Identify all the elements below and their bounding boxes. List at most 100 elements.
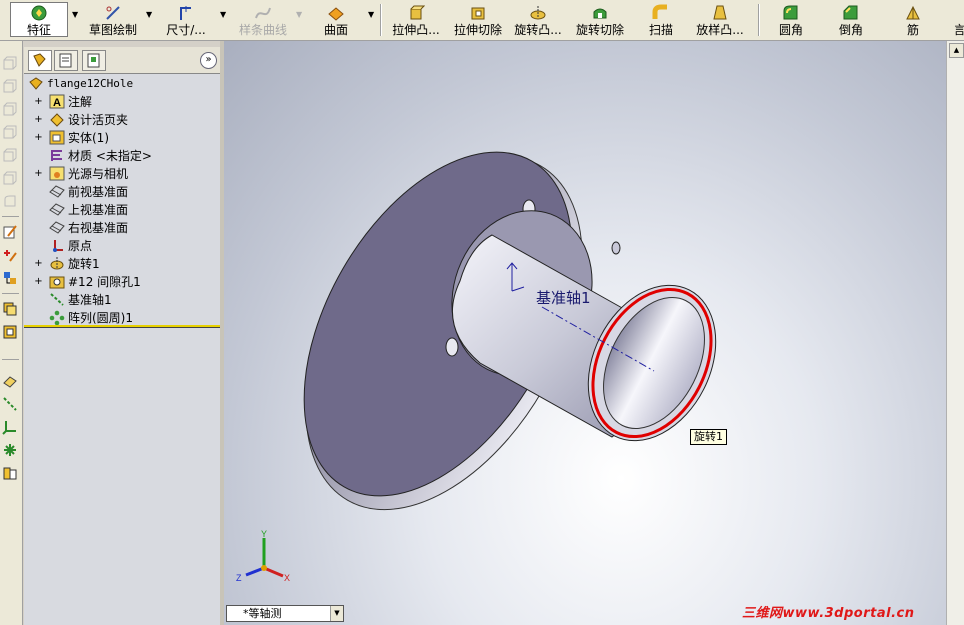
feature-tooltip: 旋转1 <box>690 429 727 445</box>
scroll-up-button[interactable]: ▲ <box>949 43 964 58</box>
loft-icon <box>713 5 727 20</box>
reference-axis-icon[interactable] <box>2 396 18 412</box>
extruded-cut-button[interactable]: 拉伸切除 <box>454 1 502 39</box>
graphics-area[interactable]: Y X Z 基准轴1 旋转1 *等轴测 ▼ 三维网www.3dportal.cn <box>224 41 946 625</box>
box-view-icon[interactable] <box>2 101 18 117</box>
svg-text:Z: Z <box>236 573 242 583</box>
expand-icon[interactable]: + <box>34 276 43 287</box>
dimension-button[interactable]: 尺寸/... <box>162 1 210 39</box>
point-icon[interactable] <box>2 442 18 458</box>
reference-plane-icon[interactable] <box>2 373 18 389</box>
copy-entities-icon[interactable] <box>2 301 18 317</box>
dimension-dropdown-icon[interactable]: ▼ <box>220 10 226 19</box>
tab-property-manager[interactable] <box>54 50 78 71</box>
extruded-boss-icon <box>410 5 425 20</box>
material-icon <box>51 150 62 161</box>
expand-icon[interactable]: + <box>34 96 43 107</box>
box-view-icon[interactable] <box>2 124 18 140</box>
surfaces-button[interactable]: 曲面 <box>322 1 350 39</box>
shape-view-icon[interactable] <box>2 193 18 209</box>
tree-item-annotations[interactable]: + A 注解 <box>24 93 220 110</box>
coordinate-system-icon[interactable] <box>2 419 18 435</box>
solid-bodies-icon <box>49 130 65 145</box>
panel-tabs: » <box>24 47 220 74</box>
tree-item-material[interactable]: 材质 <未指定> <box>24 147 220 164</box>
bolt-hole[interactable] <box>611 241 621 255</box>
spline-dropdown-icon[interactable]: ▼ <box>296 10 302 19</box>
svg-text:A: A <box>53 97 61 109</box>
tree-item-axis1[interactable]: 基准轴1 <box>24 291 220 308</box>
bolt-hole[interactable] <box>445 337 459 357</box>
tab-configuration-manager[interactable] <box>82 50 106 71</box>
rollback-bar[interactable] <box>24 325 220 328</box>
tree-item-right-plane[interactable]: 右视基准面 <box>24 219 220 236</box>
revolved-boss-button[interactable]: 旋转凸... <box>512 1 564 39</box>
swept-boss-button[interactable]: 扫描 <box>648 1 674 39</box>
toolbar-separator <box>2 293 19 294</box>
box-view-icon[interactable] <box>2 147 18 163</box>
box-view-icon[interactable] <box>2 55 18 71</box>
command-manager-toolbar: 特征 ▼ 草图绘制 ▼ 尺寸/... ▼ 样条曲线 ▼ 曲面 ▼ 拉伸凸... … <box>0 0 964 41</box>
smart-dimension-icon <box>180 6 191 20</box>
vertical-scrollbar[interactable]: ▲ <box>946 41 964 625</box>
expand-icon[interactable]: + <box>34 168 43 179</box>
rib-button[interactable]: 筋 <box>902 1 924 39</box>
tree-item-origin[interactable]: 原点 <box>24 237 220 254</box>
tree-item-design-binder[interactable]: + 设计活页夹 <box>24 111 220 128</box>
tree-item-lights-cameras[interactable]: + 光源与相机 <box>24 165 220 182</box>
tree-item-solid-bodies[interactable]: + 实体(1) <box>24 129 220 146</box>
axis-annotation-label: 基准轴1 <box>536 289 591 307</box>
view-orientation-select[interactable]: *等轴测 ▼ <box>226 605 344 622</box>
plane-icon <box>49 203 65 216</box>
add-relation-icon[interactable] <box>2 247 18 263</box>
spline-icon <box>255 7 271 19</box>
sketch-button[interactable]: 草图绘制 <box>88 1 138 39</box>
tree-item-front-plane[interactable]: 前视基准面 <box>24 183 220 200</box>
expand-icon[interactable]: + <box>34 258 43 269</box>
features-button[interactable]: 特征 <box>22 1 56 39</box>
part-icon <box>29 77 43 90</box>
configuration-manager-icon <box>87 53 100 68</box>
feature-manager-panel: » flange12CHole + A 注解 + 设计活页夹 + 实体(1) 材… <box>24 47 221 625</box>
revolved-cut-button[interactable]: 旋转切除 <box>576 1 624 39</box>
box-view-icon[interactable] <box>2 78 18 94</box>
chamfer-button[interactable]: 倒角 <box>838 1 864 39</box>
expand-icon[interactable]: + <box>34 132 43 143</box>
surface-icon <box>328 7 344 21</box>
lofted-boss-button[interactable]: 放样凸... <box>694 1 746 39</box>
extruded-boss-button[interactable]: 拉伸凸... <box>390 1 442 39</box>
view-triad: Y X Z <box>236 529 290 583</box>
plane-icon <box>49 185 65 198</box>
revolve-icon <box>50 257 64 270</box>
tree-item-top-plane[interactable]: 上视基准面 <box>24 201 220 218</box>
extruded-cut-icon <box>471 7 485 20</box>
svg-text:X: X <box>284 573 290 583</box>
expand-icon[interactable]: + <box>34 114 43 125</box>
svg-text:Y: Y <box>261 529 267 539</box>
box-view-icon[interactable] <box>2 170 18 186</box>
tab-feature-manager[interactable] <box>28 50 52 71</box>
surfaces-dropdown-icon[interactable]: ▼ <box>368 10 374 19</box>
view-tools-toolbar <box>0 41 23 625</box>
rib-icon <box>906 5 920 20</box>
features-icon <box>31 5 47 21</box>
offset-entities-icon[interactable] <box>2 324 18 340</box>
sketch-dropdown-icon[interactable]: ▼ <box>146 10 152 19</box>
toolbar-overflow[interactable]: 言 <box>955 1 964 39</box>
sketch-icon <box>106 6 120 20</box>
chevron-down-icon[interactable]: ▼ <box>330 606 343 621</box>
tree-root[interactable]: flange12CHole <box>24 75 220 92</box>
sweep-icon <box>652 4 667 19</box>
fillet-button[interactable]: 圆角 <box>778 1 804 39</box>
feature-manager-icon <box>33 53 46 67</box>
spline-button[interactable]: 样条曲线 <box>236 1 290 39</box>
sketch-edit-icon[interactable] <box>2 224 18 240</box>
relations-icon[interactable] <box>2 270 18 286</box>
flange-part-model[interactable]: Y X Z <box>224 41 946 625</box>
tree-item-hole1[interactable]: + #12 间隙孔1 <box>24 273 220 290</box>
expand-panel-button[interactable]: » <box>200 52 217 69</box>
features-dropdown-icon[interactable]: ▼ <box>72 10 78 19</box>
tree-item-circular-pattern1[interactable]: 阵列(圆周)1 <box>24 309 220 326</box>
tree-item-revolve1[interactable]: + 旋转1 <box>24 255 220 272</box>
mate-reference-icon[interactable] <box>2 465 18 481</box>
